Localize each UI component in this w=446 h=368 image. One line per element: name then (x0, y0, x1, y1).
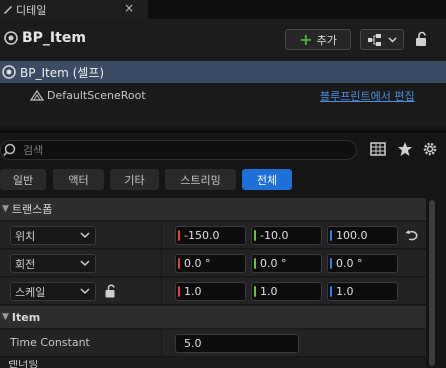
property-row-scale: 스케일 1.0 1.0 1.0 (0, 278, 426, 305)
plus-icon: + (299, 29, 313, 49)
property-row-location: 위치 -150.0 -10.0 100.0 (0, 222, 426, 249)
scale-mode-dropdown[interactable]: 스케일 (10, 282, 96, 301)
tab-label: 디테일 (16, 3, 47, 17)
location-x-value: -150.0 (184, 229, 220, 242)
rotation-x-field[interactable]: 0.0 ° (175, 254, 246, 273)
x-axis-marker (178, 286, 180, 297)
z-axis-marker (330, 258, 332, 269)
unlock-icon[interactable] (104, 283, 118, 299)
chevron-down-icon (80, 260, 90, 267)
blueprint-title: BP_Item (22, 30, 86, 46)
location-label: 위치 (15, 229, 36, 243)
rotation-label: 회전 (15, 257, 36, 271)
section-transform-label: 트랜스폼 (11, 203, 53, 216)
actor-icon (2, 65, 16, 79)
chevron-down-icon: ▼ (2, 204, 9, 214)
location-x-field[interactable]: -150.0 (175, 226, 246, 245)
y-axis-marker (254, 258, 256, 269)
x-axis-marker (178, 258, 180, 269)
panel-divider[interactable] (0, 130, 446, 133)
rotation-y-field[interactable]: 0.0 ° (251, 254, 322, 273)
column-separator (161, 250, 162, 276)
y-axis-marker (254, 286, 256, 297)
scale-z-field[interactable]: 1.0 (327, 282, 398, 301)
rotation-z-field[interactable]: 0.0 ° (327, 254, 398, 273)
unlock-icon[interactable] (414, 31, 430, 47)
add-label: 추가 (316, 33, 337, 47)
y-axis-marker (254, 230, 256, 241)
time-constant-value: 5.0 (184, 337, 202, 350)
tree-item-self-label: BP_Item (셀프) (20, 65, 105, 80)
details-icon (4, 6, 12, 14)
search-input[interactable] (23, 142, 343, 158)
column-separator (161, 222, 162, 248)
gear-icon[interactable] (422, 141, 438, 157)
location-y-field[interactable]: -10.0 (251, 226, 322, 245)
filter-actor[interactable]: 액터 (53, 169, 104, 190)
scale-z-value: 1.0 (336, 285, 354, 298)
column-separator (161, 330, 162, 356)
component-tree: BP_Item (셀프) DefaultSceneRoot 블루프린트에서 편집 (0, 57, 446, 127)
next-section-peek: 렌더링 (0, 360, 426, 368)
reset-to-default-icon[interactable] (405, 228, 419, 242)
z-axis-marker (330, 286, 332, 297)
chevron-down-icon (80, 288, 90, 295)
grid-view-icon[interactable] (370, 141, 386, 157)
next-section-label: 렌더링 (8, 360, 39, 368)
scale-x-value: 1.0 (184, 285, 202, 298)
time-constant-label: Time Constant (10, 336, 90, 349)
filter-general[interactable]: 일반 (0, 169, 46, 190)
tab-details[interactable]: 디테일 × (0, 0, 148, 19)
chevron-down-icon: ▼ (2, 312, 9, 322)
chevron-down-icon (387, 36, 397, 43)
star-icon[interactable] (397, 141, 413, 157)
scene-component-icon (30, 89, 44, 101)
location-z-field[interactable]: 100.0 (327, 226, 398, 245)
hierarchy-icon (367, 33, 381, 46)
rotation-y-value: 0.0 ° (260, 257, 287, 270)
filter-streaming[interactable]: 스트리밍 (165, 169, 236, 190)
x-axis-marker (178, 230, 180, 241)
filter-all[interactable]: 전체 (242, 169, 292, 190)
rotation-mode-dropdown[interactable]: 회전 (10, 254, 96, 273)
close-icon[interactable]: × (124, 1, 134, 15)
search-box[interactable] (0, 140, 357, 160)
time-constant-field[interactable]: 5.0 (175, 334, 299, 353)
scale-x-field[interactable]: 1.0 (175, 282, 246, 301)
scale-y-value: 1.0 (260, 285, 278, 298)
property-row-time-constant: Time Constant 5.0 (0, 330, 426, 357)
section-transform[interactable]: ▼ 트랜스폼 (0, 198, 426, 220)
rotation-x-value: 0.0 ° (184, 257, 211, 270)
tab-bar: 디테일 × (0, 0, 446, 19)
location-mode-dropdown[interactable]: 위치 (10, 226, 96, 245)
search-icon (3, 143, 16, 157)
column-separator (161, 278, 162, 304)
filter-misc[interactable]: 기타 (110, 169, 159, 190)
details-header: BP_Item + 추가 (0, 19, 446, 57)
section-item[interactable]: ▼ Item (0, 306, 426, 328)
edit-in-blueprint-link[interactable]: 블루프린트에서 편집 (320, 88, 415, 104)
rotation-z-value: 0.0 ° (336, 257, 363, 270)
scale-label: 스케일 (15, 285, 46, 299)
scrollbar-thumb[interactable] (429, 200, 435, 366)
hierarchy-options-button[interactable] (360, 29, 404, 50)
scale-y-field[interactable]: 1.0 (251, 282, 322, 301)
chevron-down-icon (80, 232, 90, 239)
location-z-value: 100.0 (336, 229, 368, 242)
blueprint-actor-icon (4, 31, 18, 45)
property-row-rotation: 회전 0.0 ° 0.0 ° 0.0 ° (0, 250, 426, 277)
properties-panel: ▼ 트랜스폼 위치 -150.0 -10.0 100.0 회전 0.0 ° 0.… (0, 198, 426, 368)
z-axis-marker (330, 230, 332, 241)
section-item-label: Item (11, 310, 41, 324)
tree-item-self[interactable]: BP_Item (셀프) (0, 61, 446, 83)
location-y-value: -10.0 (260, 229, 289, 242)
tree-item-scene-root-label: DefaultSceneRoot (47, 88, 146, 102)
add-component-button[interactable]: + 추가 (285, 29, 351, 50)
